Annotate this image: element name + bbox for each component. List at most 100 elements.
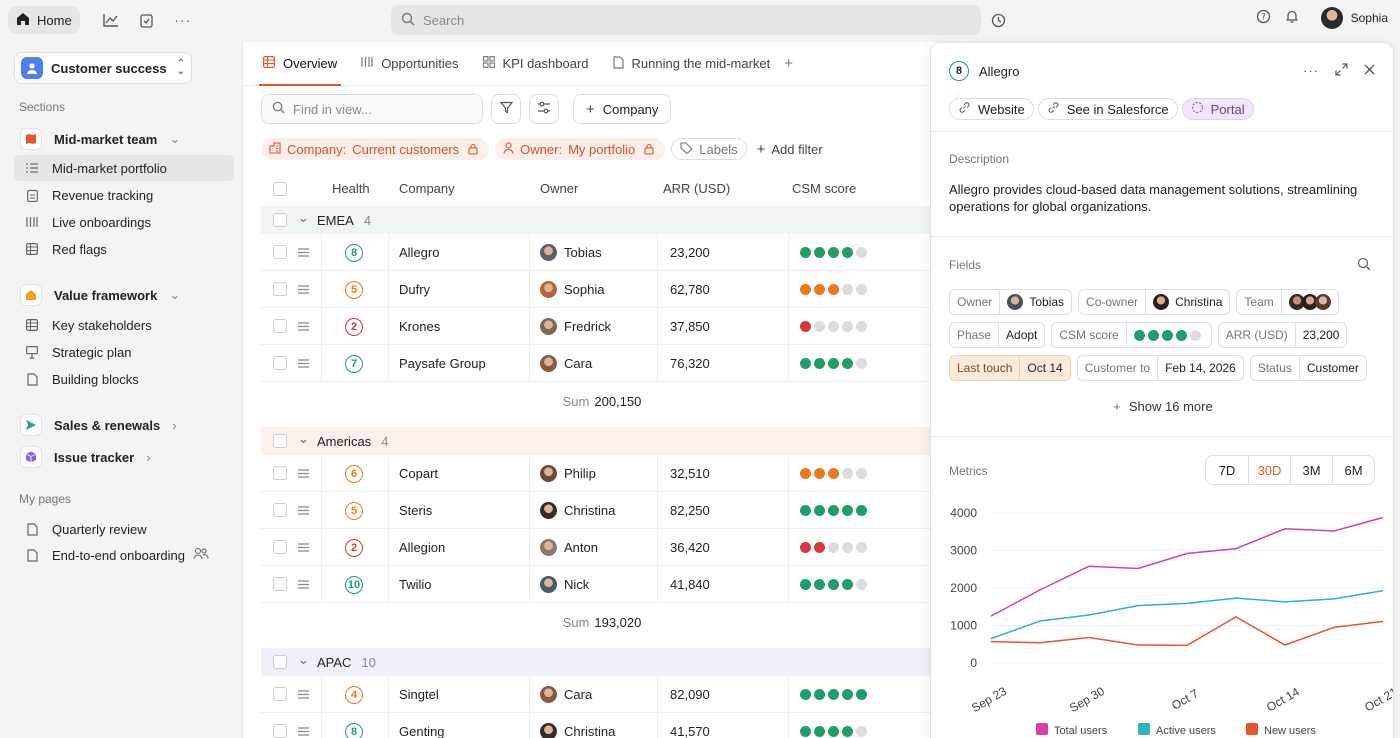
- add-tab-icon[interactable]: +: [780, 42, 797, 85]
- sidebar-item-building-blocks[interactable]: Building blocks: [14, 366, 234, 392]
- row-checkbox[interactable]: [273, 724, 287, 738]
- field-arr[interactable]: ARR (USD) 23,200: [1217, 322, 1348, 348]
- row-checkbox[interactable]: [273, 577, 287, 591]
- drag-handle-icon[interactable]: [298, 345, 309, 382]
- chevron-down-icon[interactable]: ⌄: [298, 652, 309, 668]
- chart-icon[interactable]: [98, 7, 124, 33]
- filter-button[interactable]: [491, 94, 521, 124]
- chevron-down-icon[interactable]: ⌄: [298, 431, 309, 447]
- help-icon[interactable]: ?: [1256, 9, 1271, 27]
- sidebar-item-key-stakeholders[interactable]: Key stakeholders: [14, 312, 234, 338]
- table-row[interactable]: 8 Allegro Tobias 23,200: [261, 234, 942, 271]
- filter-chip-company[interactable]: Company: Current customers: [261, 138, 490, 160]
- field-phase[interactable]: Phase Adopt: [949, 322, 1046, 348]
- company-cell[interactable]: Krones: [399, 308, 440, 345]
- row-checkbox[interactable]: [273, 503, 287, 517]
- drag-handle-icon[interactable]: [298, 308, 309, 345]
- table-row[interactable]: 2 Krones Fredrick 37,850: [261, 308, 942, 345]
- clock-icon[interactable]: [985, 7, 1011, 33]
- drag-handle-icon[interactable]: [298, 566, 309, 603]
- company-cell[interactable]: Genting: [399, 713, 445, 738]
- show-more-button[interactable]: + Show 16 more: [931, 399, 1393, 414]
- field-team[interactable]: Team: [1236, 289, 1339, 315]
- drag-handle-icon[interactable]: [298, 455, 309, 492]
- add-company-button[interactable]: + Company: [573, 94, 672, 124]
- company-cell[interactable]: Copart: [399, 455, 438, 492]
- owner-cell[interactable]: Christina: [540, 713, 615, 738]
- company-cell[interactable]: Paysafe Group: [399, 345, 486, 382]
- row-checkbox[interactable]: [273, 282, 287, 296]
- owner-cell[interactable]: Philip: [540, 455, 596, 492]
- tab-overview[interactable]: Overview: [259, 42, 342, 86]
- column-header-arr[interactable]: ARR (USD): [663, 181, 730, 196]
- group-header-emea[interactable]: ⌄ EMEA 4: [261, 206, 942, 234]
- range-7d-button[interactable]: 7D: [1206, 456, 1248, 484]
- tab-opportunities[interactable]: Opportunities: [357, 42, 462, 85]
- find-in-view-input[interactable]: Find in view...: [261, 94, 483, 124]
- company-cell[interactable]: Steris: [399, 492, 432, 529]
- company-cell[interactable]: Allegro: [399, 234, 439, 271]
- portal-link[interactable]: Portal: [1181, 98, 1254, 120]
- select-all-checkbox[interactable]: [273, 182, 287, 196]
- field-customer-to[interactable]: Customer to Feb 14, 2026: [1076, 355, 1244, 381]
- row-checkbox[interactable]: [273, 245, 287, 259]
- row-checkbox[interactable]: [273, 356, 287, 370]
- group-checkbox[interactable]: [273, 434, 287, 448]
- sidebar-item-mid-market-portfolio[interactable]: Mid-market portfolio: [14, 155, 234, 181]
- range-3m-button[interactable]: 3M: [1290, 456, 1332, 484]
- settings-button[interactable]: [529, 94, 559, 124]
- owner-cell[interactable]: Nick: [540, 566, 589, 603]
- owner-cell[interactable]: Fredrick: [540, 308, 611, 345]
- group-header-americas[interactable]: ⌄ Americas 4: [261, 427, 942, 455]
- company-cell[interactable]: Singtel: [399, 676, 439, 713]
- drag-handle-icon[interactable]: [298, 676, 309, 713]
- search-bar[interactable]: Search: [391, 5, 981, 35]
- table-row[interactable]: 2 Allegion Anton 36,420: [261, 529, 942, 566]
- bell-icon[interactable]: [1285, 9, 1299, 27]
- workspace-switcher[interactable]: Customer success ⌃ ⌄: [14, 52, 192, 84]
- sidebar-group-mid-market-team[interactable]: Mid-market team ⌄: [14, 126, 234, 152]
- range-30d-button[interactable]: 30D: [1248, 456, 1290, 484]
- field-last-touch[interactable]: Last touch Oct 14: [949, 355, 1071, 381]
- sidebar-item-red-flags[interactable]: Red flags: [14, 236, 234, 262]
- column-header-company[interactable]: Company: [399, 181, 455, 196]
- more-icon[interactable]: ···: [170, 7, 196, 33]
- field-csm-score[interactable]: CSM score: [1051, 322, 1212, 348]
- owner-cell[interactable]: Cara: [540, 676, 592, 713]
- field-owner[interactable]: Owner Tobias: [949, 289, 1073, 315]
- range-6m-button[interactable]: 6M: [1332, 456, 1374, 484]
- company-cell[interactable]: Dufry: [399, 271, 430, 308]
- owner-cell[interactable]: Christina: [540, 492, 615, 529]
- table-row[interactable]: 10 Twilio Nick 41,840: [261, 566, 942, 603]
- sidebar-item-end-to-end-onboarding[interactable]: End-to-end onboarding: [14, 542, 234, 568]
- sidebar-group-issue-tracker[interactable]: Issue tracker ›: [14, 444, 234, 470]
- tab-running-the-mid-market[interactable]: Running the mid-market: [609, 42, 775, 85]
- owner-cell[interactable]: Anton: [540, 529, 598, 566]
- owner-cell[interactable]: Tobias: [540, 234, 602, 271]
- more-icon[interactable]: ···: [1303, 63, 1319, 79]
- table-row[interactable]: 4 Singtel Cara 82,090: [261, 676, 942, 713]
- group-header-apac[interactable]: ⌄ APAC 10: [261, 648, 942, 676]
- sidebar-group-sales-renewals[interactable]: Sales & renewals ›: [14, 412, 234, 438]
- group-checkbox[interactable]: [273, 213, 287, 227]
- clipboard-icon[interactable]: [134, 7, 160, 33]
- search-icon[interactable]: [1357, 257, 1371, 274]
- sidebar-group-value-framework[interactable]: Value framework ⌄: [14, 282, 234, 308]
- table-row[interactable]: 5 Steris Christina 82,250: [261, 492, 942, 529]
- close-icon[interactable]: [1364, 63, 1375, 79]
- sidebar-item-live-onboardings[interactable]: Live onboardings: [14, 209, 234, 235]
- owner-cell[interactable]: Sophia: [540, 271, 604, 308]
- filter-chip-owner[interactable]: Owner: My portfolio: [495, 138, 666, 160]
- drag-handle-icon[interactable]: [298, 234, 309, 271]
- row-checkbox[interactable]: [273, 687, 287, 701]
- company-cell[interactable]: Allegion: [399, 529, 445, 566]
- field-status[interactable]: Status Customer: [1249, 355, 1367, 381]
- chevron-down-icon[interactable]: ⌄: [298, 210, 309, 226]
- table-row[interactable]: 7 Paysafe Group Cara 76,320: [261, 345, 942, 382]
- group-checkbox[interactable]: [273, 655, 287, 669]
- sidebar-item-quarterly-review[interactable]: Quarterly review: [14, 516, 234, 542]
- table-row[interactable]: 8 Genting Christina 41,570: [261, 713, 942, 738]
- add-filter-button[interactable]: + Add filter: [757, 141, 823, 158]
- drag-handle-icon[interactable]: [298, 271, 309, 308]
- row-checkbox[interactable]: [273, 540, 287, 554]
